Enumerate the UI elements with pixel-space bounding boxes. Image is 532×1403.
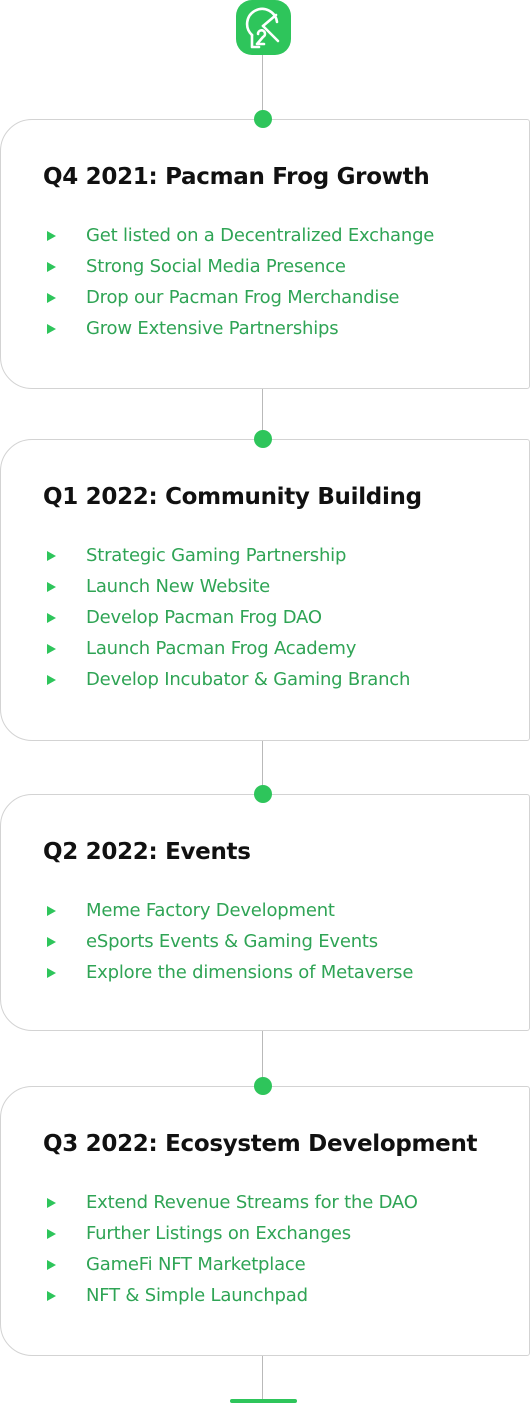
roadmap-item-text: Grow Extensive Partnerships <box>86 318 339 339</box>
roadmap-item: GameFi NFT Marketplace <box>47 1249 418 1280</box>
roadmap-item-text: Strategic Gaming Partnership <box>86 545 347 566</box>
roadmap-card-q2-2022: Q2 2022: Events Meme Factory Development… <box>0 794 530 1031</box>
roadmap-item: Develop Pacman Frog DAO <box>47 602 410 633</box>
roadmap-item-text: Develop Incubator & Gaming Branch <box>86 669 411 690</box>
roadmap-item: eSports Events & Gaming Events <box>47 926 413 957</box>
play-arrow-icon <box>47 1259 56 1270</box>
roadmap-card-title: Q4 2021: Pacman Frog Growth <box>43 164 430 190</box>
roadmap-card-q4-2021: Q4 2021: Pacman Frog Growth Get listed o… <box>0 119 530 389</box>
roadmap-card-q3-2022: Q3 2022: Ecosystem Development Extend Re… <box>0 1086 530 1356</box>
roadmap-item-list: Extend Revenue Streams for the DAO Furth… <box>47 1187 418 1311</box>
roadmap-item-text: NFT & Simple Launchpad <box>86 1285 308 1306</box>
play-arrow-icon <box>47 1290 56 1301</box>
pacman-frog-logo-icon <box>236 0 291 55</box>
play-arrow-icon <box>47 674 56 685</box>
roadmap-item: Get listed on a Decentralized Exchange <box>47 220 434 251</box>
play-arrow-icon <box>47 323 56 334</box>
roadmap-item-text: Drop our Pacman Frog Merchandise <box>86 287 400 308</box>
roadmap-card-q1-2022: Q1 2022: Community Building Strategic Ga… <box>0 439 530 741</box>
play-arrow-icon <box>47 550 56 561</box>
roadmap-item: Further Listings on Exchanges <box>47 1218 418 1249</box>
play-arrow-icon <box>47 936 56 947</box>
timeline-end-bar <box>230 1399 297 1403</box>
play-arrow-icon <box>47 1197 56 1208</box>
roadmap-item: Strategic Gaming Partnership <box>47 540 410 571</box>
play-arrow-icon <box>47 612 56 623</box>
roadmap-item-text: Get listed on a Decentralized Exchange <box>86 225 435 246</box>
play-arrow-icon <box>47 581 56 592</box>
timeline-dot <box>254 110 272 128</box>
timeline-connector <box>262 1356 263 1399</box>
roadmap-item: Drop our Pacman Frog Merchandise <box>47 282 434 313</box>
roadmap-item-list: Get listed on a Decentralized Exchange S… <box>47 220 434 344</box>
roadmap-item-text: Explore the dimensions of Metaverse <box>86 962 414 983</box>
roadmap-item: Launch New Website <box>47 571 410 602</box>
roadmap-item-text: Develop Pacman Frog DAO <box>86 607 322 628</box>
roadmap-item-text: eSports Events & Gaming Events <box>86 931 378 952</box>
roadmap-item: Strong Social Media Presence <box>47 251 434 282</box>
play-arrow-icon <box>47 1228 56 1239</box>
roadmap-item-text: Strong Social Media Presence <box>86 256 346 277</box>
roadmap-item: Launch Pacman Frog Academy <box>47 633 410 664</box>
roadmap-item-text: GameFi NFT Marketplace <box>86 1254 306 1275</box>
roadmap-card-title: Q3 2022: Ecosystem Development <box>43 1131 478 1157</box>
roadmap-item-text: Launch Pacman Frog Academy <box>86 638 357 659</box>
timeline-dot <box>254 430 272 448</box>
roadmap-item-text: Launch New Website <box>86 576 271 597</box>
roadmap-item: Extend Revenue Streams for the DAO <box>47 1187 418 1218</box>
roadmap-item-text: Extend Revenue Streams for the DAO <box>86 1192 418 1213</box>
roadmap-item: NFT & Simple Launchpad <box>47 1280 418 1311</box>
roadmap-item: Meme Factory Development <box>47 895 413 926</box>
play-arrow-icon <box>47 261 56 272</box>
roadmap-item: Grow Extensive Partnerships <box>47 313 434 344</box>
play-arrow-icon <box>47 292 56 303</box>
roadmap-item-list: Strategic Gaming Partnership Launch New … <box>47 540 410 695</box>
timeline-dot <box>254 785 272 803</box>
timeline-dot <box>254 1077 272 1095</box>
roadmap-item-text: Meme Factory Development <box>86 900 335 921</box>
play-arrow-icon <box>47 905 56 916</box>
roadmap-item: Explore the dimensions of Metaverse <box>47 957 413 988</box>
roadmap-item: Develop Incubator & Gaming Branch <box>47 664 410 695</box>
roadmap-card-title: Q1 2022: Community Building <box>43 484 422 510</box>
roadmap-item-text: Further Listings on Exchanges <box>86 1223 351 1244</box>
roadmap-card-title: Q2 2022: Events <box>43 839 251 865</box>
play-arrow-icon <box>47 643 56 654</box>
play-arrow-icon <box>47 967 56 978</box>
roadmap-item-list: Meme Factory Development eSports Events … <box>47 895 413 988</box>
play-arrow-icon <box>47 230 56 241</box>
